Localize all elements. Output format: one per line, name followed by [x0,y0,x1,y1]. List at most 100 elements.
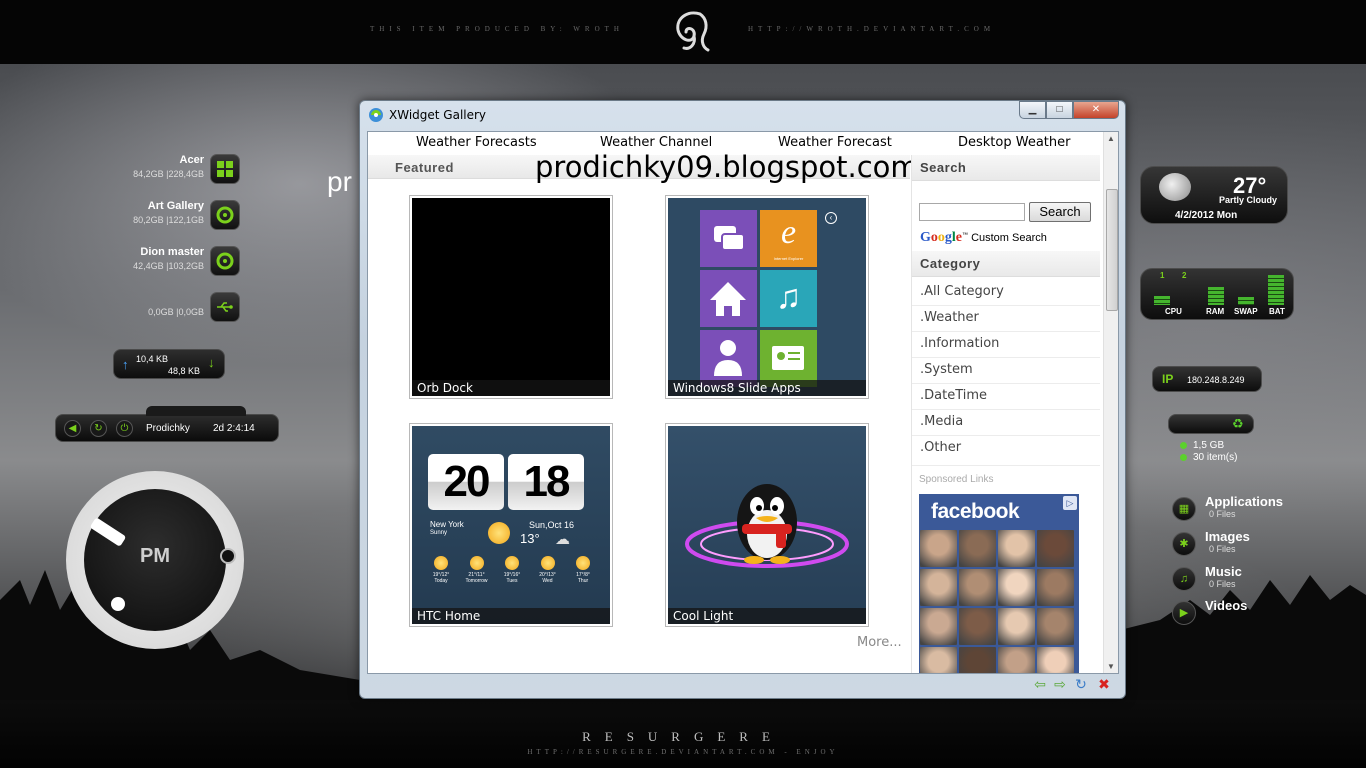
close-button[interactable]: ✕ [1073,101,1119,119]
swirl-logo-icon [676,11,710,52]
nav-weather-forecast[interactable]: Weather Forecast [778,135,892,150]
widget-tile-windows8-slide-apps[interactable]: e Internet Explorer ‹ ♫ Windows8 Slide A… [665,195,869,399]
bat-bar [1268,275,1284,305]
drive-widget-acer[interactable]: Acer 84,2GB |228,4GB [0,152,240,186]
cpu-label: CPU [1165,307,1182,316]
category-header: Category [912,251,1100,277]
place-images[interactable]: ✱ Images 0 Files [1172,529,1332,559]
drive-size: 42,4GB |103,2GB [133,261,204,271]
drive-icon[interactable] [210,200,240,230]
category-information[interactable]: .Information [920,336,999,351]
place-music[interactable]: ♫ Music 0 Files [1172,564,1332,594]
swap-label: SWAP [1234,307,1258,316]
ram-label: RAM [1206,307,1225,316]
category-system[interactable]: .System [920,362,973,377]
drive-widget-dion-master[interactable]: Dion master 42,4GB |103,2GB [0,244,240,278]
music-tile-icon: ♫ [760,270,817,327]
back-arrow-icon[interactable]: ⇦ [1031,675,1049,693]
widget-tile-orb-dock[interactable]: Orb Dock [409,195,613,399]
window-controls: ▁ □ ✕ [1019,101,1119,120]
credit-url: HTTP://WROTH.DEVIANTART.COM [748,25,996,33]
window-titlebar[interactable]: XWidget Gallery ▁ □ ✕ [360,101,1125,129]
place-videos[interactable]: ▶ Videos [1172,598,1332,628]
facebook-ad[interactable]: facebook ▷ [919,494,1079,673]
category-weather[interactable]: .Weather [920,310,979,325]
user-tile-icon [700,330,757,387]
gallery-content: Weather Forecasts Weather Channel Weathe… [367,131,1119,674]
download-speed: 48,8 KB [168,366,201,376]
vertical-scrollbar[interactable]: ▲ ▼ [1103,132,1118,673]
recycle-icon[interactable]: ♻ [1232,416,1244,432]
tile-preview: e Internet Explorer ‹ ♫ [668,198,866,396]
weather-date: 4/2/2012 Mon [1175,210,1238,221]
widget-tile-htc-home[interactable]: 20 18 New York Sunny Sun,Oct 16 13° ☁ 19… [409,423,613,627]
nav-weather-channel[interactable]: Weather Channel [600,135,712,150]
category-datetime[interactable]: .DateTime [920,388,987,403]
chat-tile-icon [700,210,757,267]
minimize-button[interactable]: ▁ [1019,101,1046,119]
weather-widget[interactable]: 27° Partly Cloudy 4/2/2012 Mon [1140,166,1288,224]
scroll-down-icon[interactable]: ▼ [1107,662,1115,671]
ram-bar [1208,287,1224,305]
category-all[interactable]: .All Category [920,284,1004,299]
ad-face-photo [959,647,996,673]
widget-tile-cool-light[interactable]: Cool Light [665,423,869,627]
drive-name: Dion master [140,246,204,258]
divider [912,435,1100,436]
usb-icon[interactable] [210,292,240,322]
windows-icon[interactable] [210,154,240,184]
internet-explorer-tile-icon: e Internet Explorer [760,210,817,267]
sun-icon [488,522,510,544]
scroll-thumb[interactable] [1106,189,1118,311]
refresh-icon[interactable]: ↻ [1072,675,1090,693]
top-bar: THIS ITEM PRODUCED BY: WROTH HTTP://WROT… [0,0,1366,64]
scroll-up-icon[interactable]: ▲ [1107,134,1115,143]
ad-face-photo [920,608,957,645]
background-text: pr [327,166,352,197]
search-input[interactable] [919,203,1025,221]
nav-weather-forecasts[interactable]: Weather Forecasts [416,135,537,150]
place-name: Images [1205,529,1250,544]
power-icon[interactable]: ⏻ [116,420,133,437]
recycle-bin-widget[interactable]: ♻ 1,5 GB 30 item(s) [1168,414,1254,464]
drive-name: Acer [179,154,204,166]
search-button[interactable]: Search [1029,202,1091,222]
category-media[interactable]: .Media [920,414,963,429]
forecast-day: 17°/8° Thur [566,556,600,592]
more-link[interactable]: More... [857,635,902,650]
ad-face-photo [959,569,996,606]
featured-label: Featured [395,160,454,175]
sun-icon [540,556,555,570]
rain-cloud-icon: ☁ [555,531,570,548]
ad-face-photo [920,647,957,673]
place-applications[interactable]: ▦ Applications 0 Files [1172,494,1332,524]
ad-face-photo [920,530,957,567]
download-arrow-icon: ↓ [208,355,215,370]
restart-icon[interactable]: ↻ [90,420,107,437]
penguin-icon [685,484,849,568]
sysmon-counter: 2 [1182,271,1187,280]
category-other[interactable]: .Other [920,440,961,455]
window-statusbar: ⇦ ⇨ ↻ ✖ [367,675,1119,695]
ad-choices-icon[interactable]: ▷ [1063,496,1077,510]
tile-preview: 20 18 New York Sunny Sun,Oct 16 13° ☁ 19… [412,426,610,624]
drive-widget-usb[interactable]: 0,0GB |0,0GB [0,290,240,324]
maximize-button[interactable]: □ [1046,101,1073,119]
htc-temp: 13° [520,531,540,546]
divider [912,383,1100,384]
stop-icon[interactable]: ✖ [1095,675,1113,693]
drive-widget-art-gallery[interactable]: Art Gallery 80,2GB |122,1GB [0,198,240,232]
network-meter: ↑ 10,4 KB 48,8 KB ↓ [113,349,225,379]
logoff-arrow-icon[interactable]: ◀ [64,420,81,437]
htc-condition: Sunny [430,530,448,536]
divider [912,331,1100,332]
forward-arrow-icon[interactable]: ⇨ [1051,675,1069,693]
nav-desktop-weather[interactable]: Desktop Weather [958,135,1070,150]
swap-bar [1238,297,1254,305]
bat-label: BAT [1269,307,1285,316]
drive-icon[interactable] [210,246,240,276]
divider [912,305,1100,306]
window-title: XWidget Gallery [389,108,487,122]
divider [912,409,1100,410]
ip-address: 180.248.8.249 [1187,375,1245,385]
